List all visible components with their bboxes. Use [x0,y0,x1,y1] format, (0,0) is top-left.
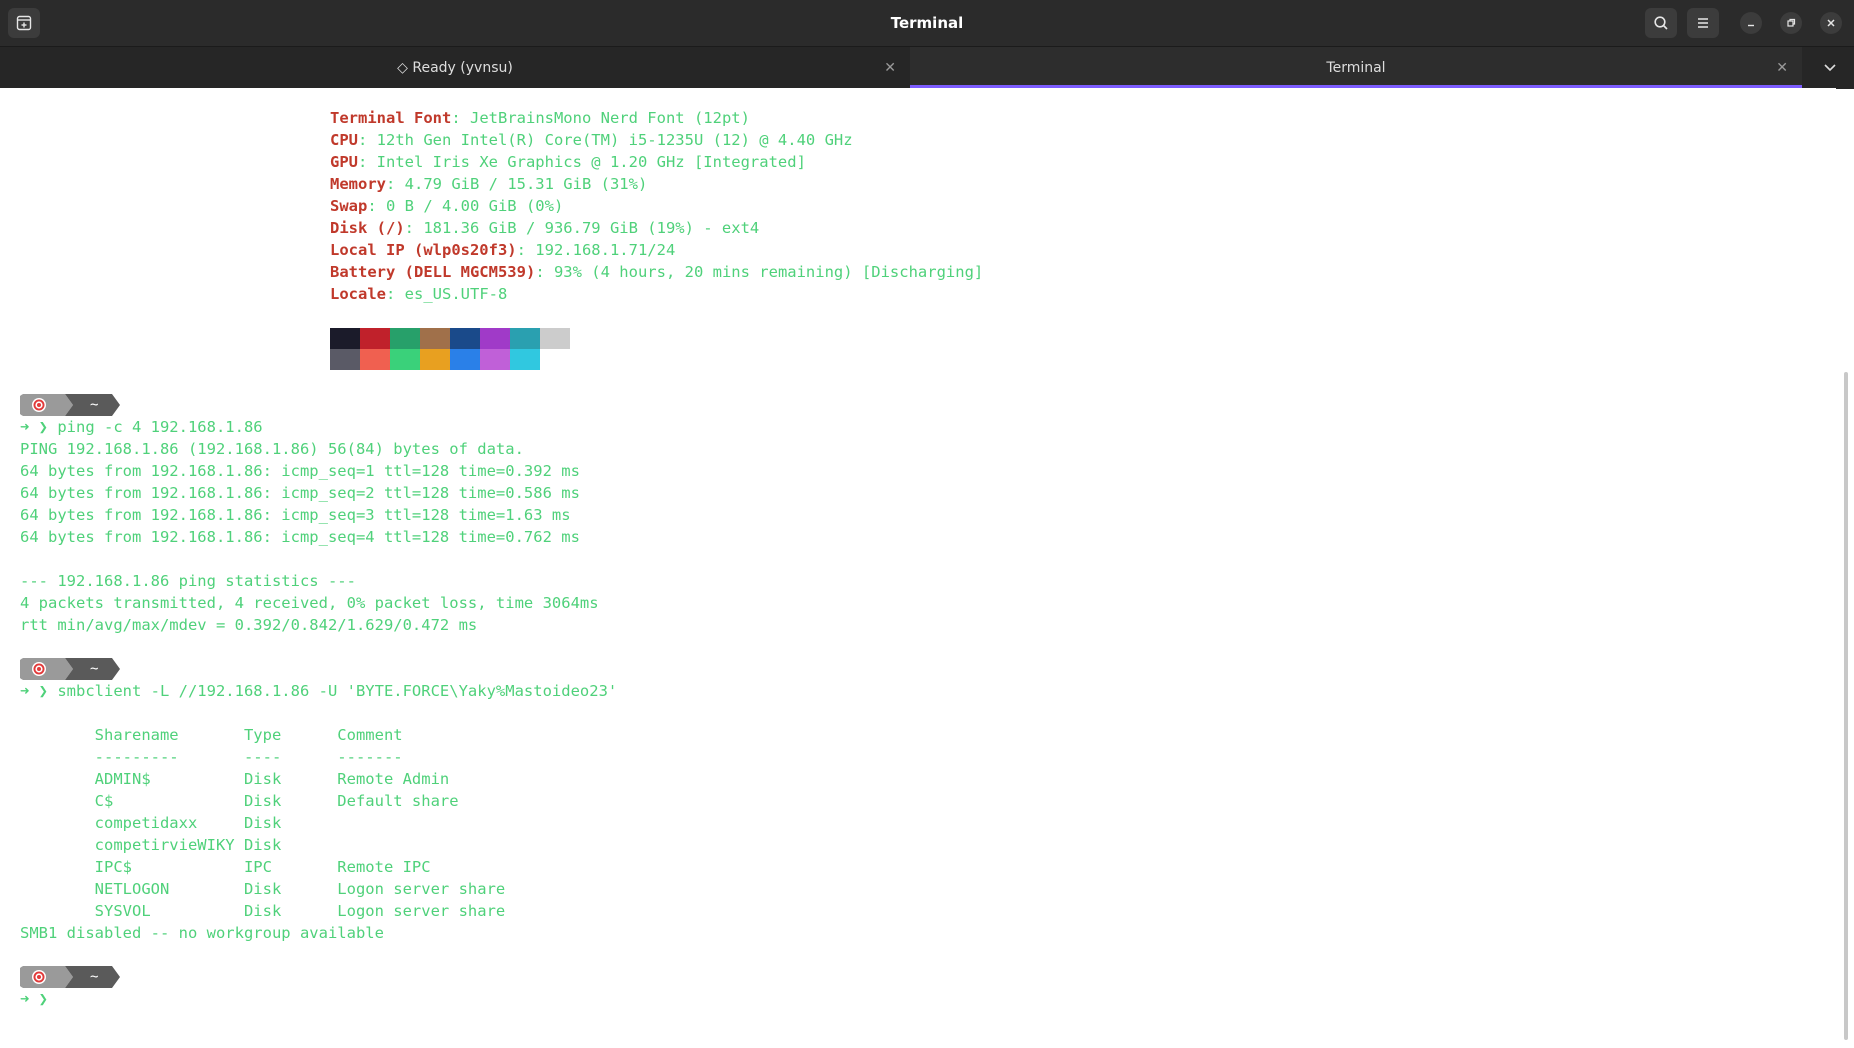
color-swatch [540,328,570,349]
output-line: competirvieWIKY Disk [20,836,282,854]
target-icon [32,970,46,984]
search-icon [1654,16,1668,30]
output-line: 64 bytes from 192.168.1.86: icmp_seq=3 t… [20,506,571,524]
sysinfo-line: Terminal Font: JetBrainsMono Nerd Font (… [330,109,750,127]
terminal-output[interactable]: Terminal Font: JetBrainsMono Nerd Font (… [0,88,1836,1048]
target-icon [32,662,46,676]
color-swatch [420,328,450,349]
command-line: ➜ ❯ ping -c 4 192.168.1.86 [20,418,263,436]
sysinfo-line: Disk (/): 181.36 GiB / 936.79 GiB (19%) … [330,219,760,237]
prompt-badge: ~ [20,657,130,681]
color-swatch [360,328,390,349]
close-icon [1827,19,1835,27]
prompt-dir: ~ [90,969,99,985]
tab-overflow-button[interactable] [1822,59,1842,79]
output-line: rtt min/avg/max/mdev = 0.392/0.842/1.629… [20,616,478,634]
search-button[interactable] [1645,8,1677,38]
color-swatch [420,349,450,370]
output-line: IPC$ IPC Remote IPC [20,858,431,876]
restore-button[interactable] [1780,12,1802,34]
prompt-dir: ~ [90,661,99,677]
output-line: SYSVOL Disk Logon server share [20,902,506,920]
scrollbar[interactable] [1844,372,1848,1040]
restore-icon [1787,18,1796,27]
color-swatch [360,349,390,370]
sysinfo-line: Local IP (wlp0s20f3): 192.168.1.71/24 [330,241,676,259]
color-swatch [450,328,480,349]
output-line: competidaxx Disk [20,814,282,832]
tab-ready[interactable]: ◇ Ready (yvnsu) ✕ [0,47,910,89]
output-line: 64 bytes from 192.168.1.86: icmp_seq=1 t… [20,462,580,480]
sysinfo-line: CPU: 12th Gen Intel(R) Core(TM) i5-1235U… [330,131,853,149]
color-swatch [510,328,540,349]
output-line: NETLOGON Disk Logon server share [20,880,506,898]
color-swatch [330,349,360,370]
tab-bar: ◇ Ready (yvnsu) ✕ Terminal ✕ [0,46,1854,89]
command-line: ➜ ❯ smbclient -L //192.168.1.86 -U 'BYTE… [20,682,618,700]
output-line: 64 bytes from 192.168.1.86: icmp_seq=4 t… [20,528,580,546]
minimize-button[interactable] [1740,12,1762,34]
chevron-down-icon [1824,64,1836,72]
title-bar: Terminal [0,0,1854,46]
close-window-button[interactable] [1820,12,1842,34]
minimize-icon [1748,24,1754,27]
hamburger-menu-icon [1698,18,1708,28]
color-swatch [330,328,360,349]
close-tab-icon[interactable]: ✕ [1776,47,1788,89]
color-swatch [390,328,420,349]
sysinfo-line: Battery (DELL MGCM539): 93% (4 hours, 20… [330,263,984,281]
sysinfo-line: Memory: 4.79 GiB / 15.31 GiB (31%) [330,175,648,193]
output-line: --------- ---- ------- [20,748,403,766]
color-palette [330,328,570,370]
tab-label: Terminal [1326,60,1386,76]
sysinfo-line: Swap: 0 B / 4.00 GiB (0%) [330,197,564,215]
output-line: SMB1 disabled -- no workgroup available [20,924,384,942]
tab-label: ◇ Ready (yvnsu) [397,60,513,76]
output-line: C$ Disk Default share [20,792,459,810]
color-swatch [510,349,540,370]
prompt-dir: ~ [90,397,99,413]
output-line: 4 packets transmitted, 4 received, 0% pa… [20,594,599,612]
output-line: PING 192.168.1.86 (192.168.1.86) 56(84) … [20,440,524,458]
sysinfo-line: Locale: es_US.UTF-8 [330,285,508,303]
tab-terminal[interactable]: Terminal ✕ [910,47,1802,89]
color-swatch [390,349,420,370]
color-swatch [450,349,480,370]
target-icon [32,398,46,412]
sysinfo-line: GPU: Intel Iris Xe Graphics @ 1.20 GHz [… [330,153,806,171]
close-tab-icon[interactable]: ✕ [884,47,896,89]
window-title: Terminal [890,14,964,32]
menu-button[interactable] [1687,8,1719,38]
output-line: 64 bytes from 192.168.1.86: icmp_seq=2 t… [20,484,580,502]
prompt-badge: ~ [20,393,130,417]
output-line: Sharename Type Comment [20,726,403,744]
color-swatch [480,328,510,349]
command-line[interactable]: ➜ ❯ [20,988,48,1010]
color-swatch [480,349,510,370]
prompt-badge: ~ [20,965,130,989]
output-line: ADMIN$ Disk Remote Admin [20,770,450,788]
output-line: --- 192.168.1.86 ping statistics --- [20,572,356,590]
